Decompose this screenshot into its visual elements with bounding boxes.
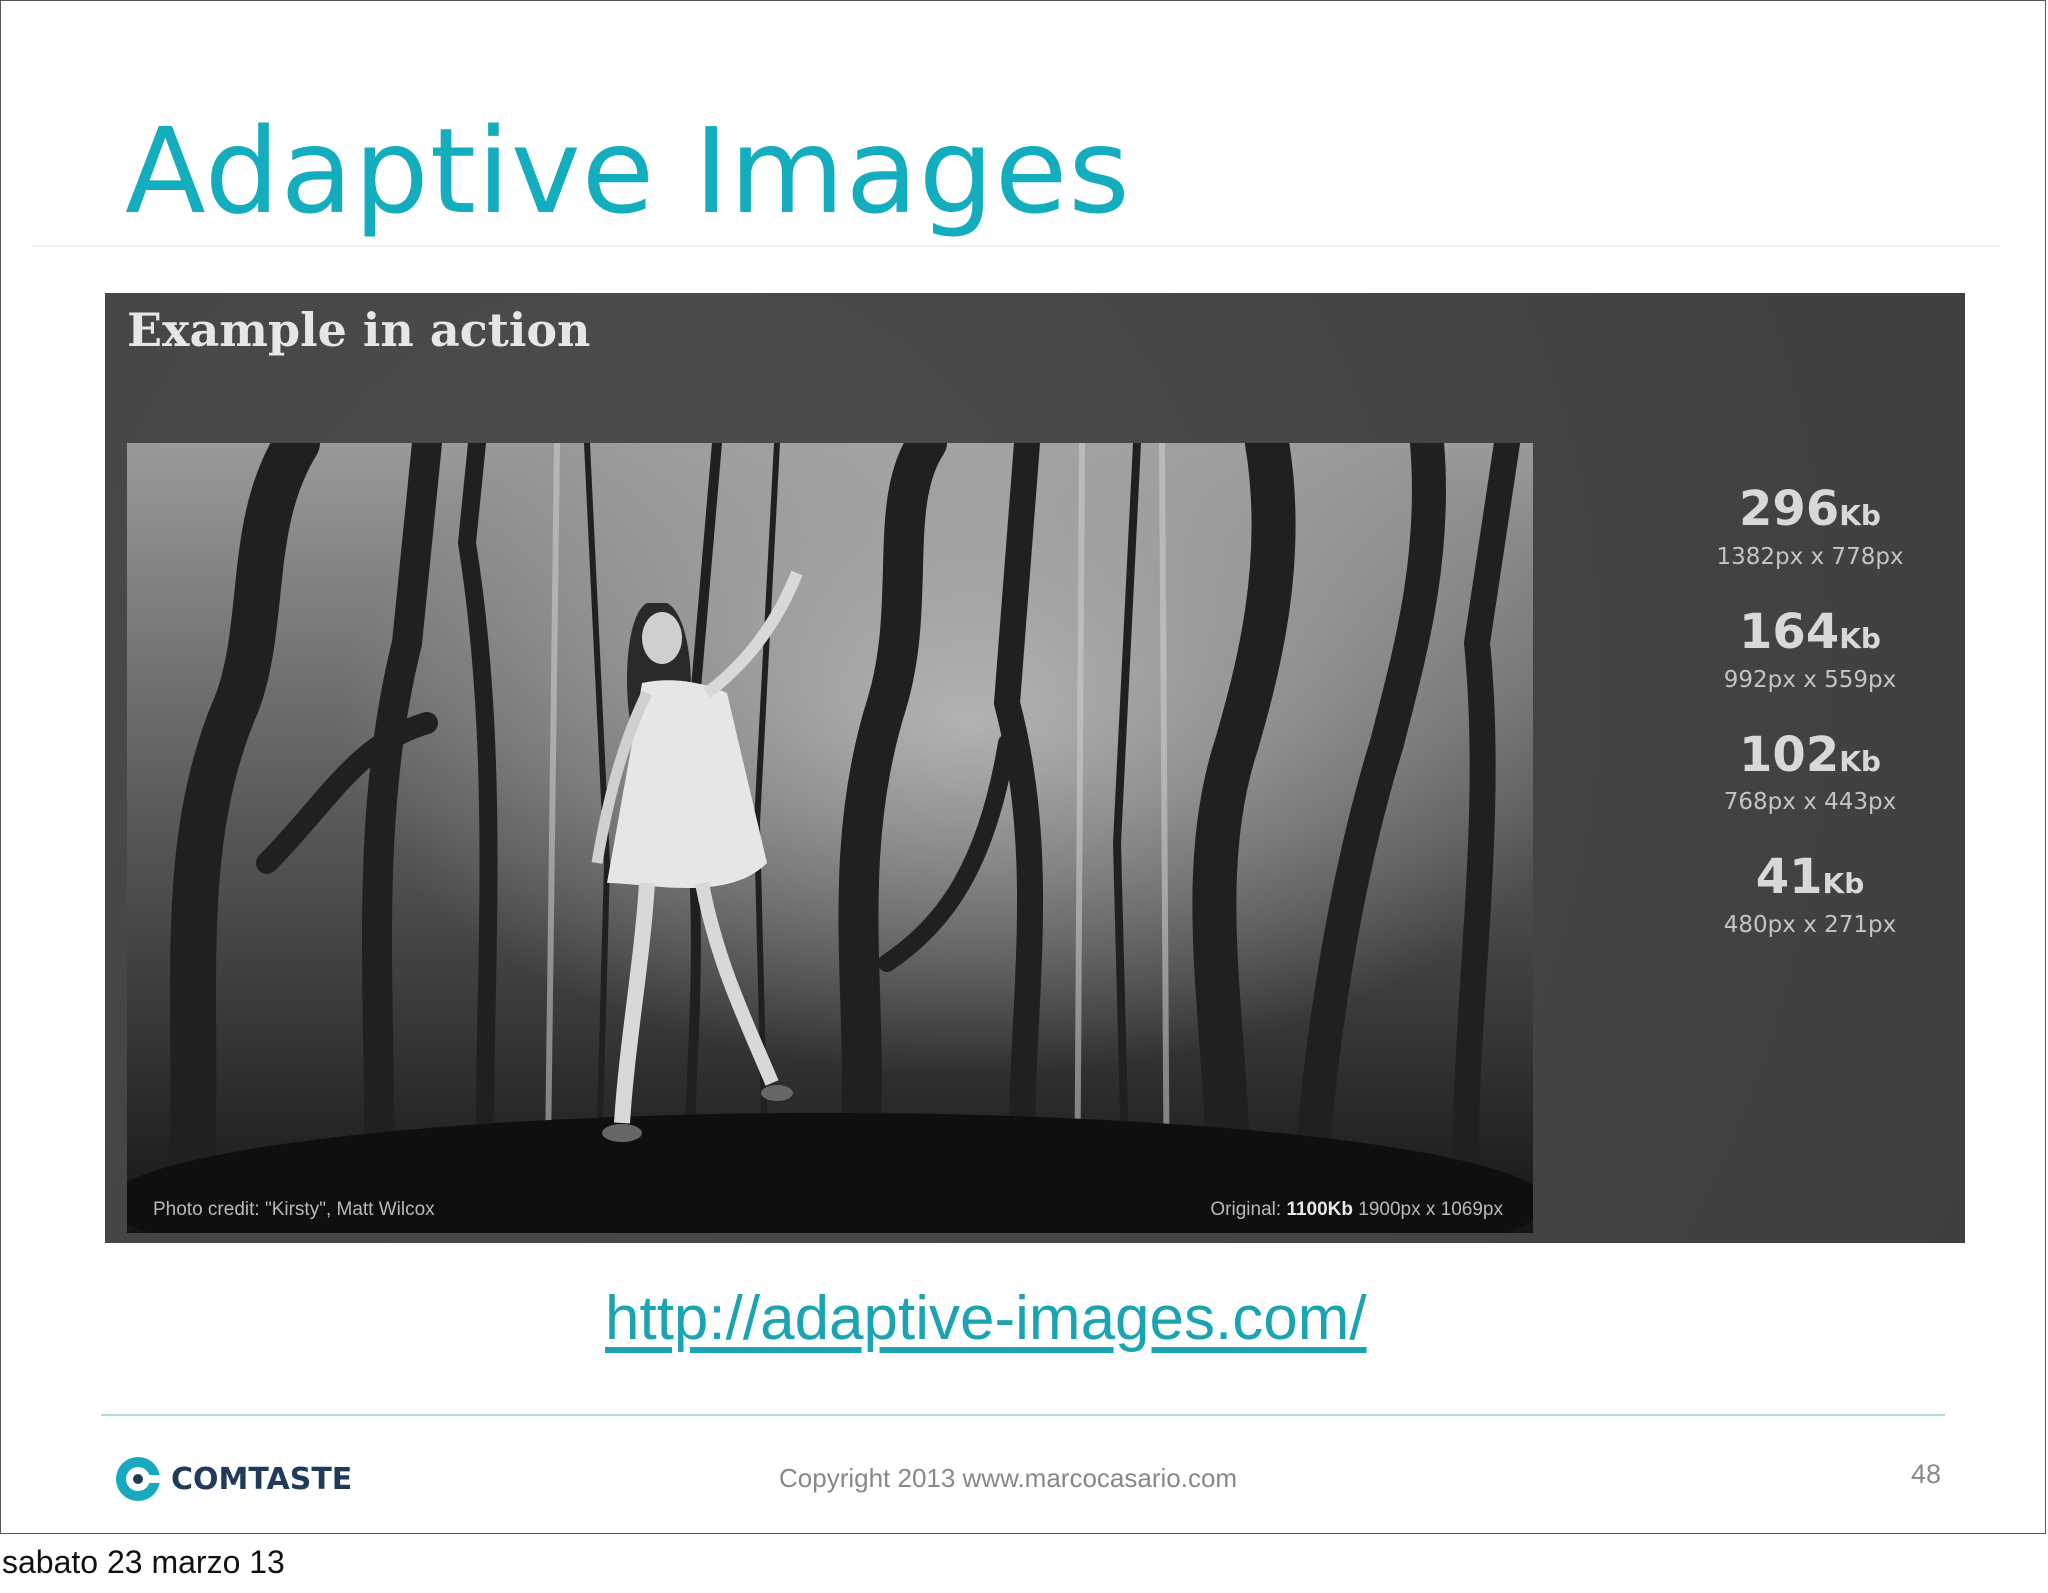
title-divider bbox=[31, 245, 2001, 247]
original-file-size: 1100Kb bbox=[1286, 1199, 1353, 1220]
size-variant-kb: 296Kb bbox=[1739, 481, 1881, 537]
comtaste-logo: COMTASTE bbox=[113, 1449, 352, 1509]
original-dimensions: 1900px x 1069px bbox=[1358, 1199, 1503, 1220]
size-variants-list: 296Kb 1382px x 778px 164Kb 992px x 559px… bbox=[1665, 483, 1955, 974]
original-size-info: Original: 1100Kb 1900px x 1069px bbox=[1210, 1199, 1503, 1221]
copyright-text: Copyright 2013 www.marcocasario.com bbox=[779, 1463, 1238, 1493]
size-variant-kb: 164Kb bbox=[1739, 603, 1881, 660]
original-prefix: Original: bbox=[1210, 1199, 1282, 1220]
adaptive-images-link[interactable]: http://adaptive-images.com/ bbox=[605, 1283, 1367, 1354]
forest-photo: Photo credit: "Kirsty", Matt Wilcox Orig… bbox=[127, 443, 1533, 1233]
slide-title: Adaptive Images bbox=[125, 102, 1131, 240]
size-variant-kb: 102Kb bbox=[1739, 726, 1881, 783]
size-variant-dimensions: 768px x 443px bbox=[1723, 789, 1897, 816]
photo-credit: Photo credit: "Kirsty", Matt Wilcox bbox=[153, 1199, 435, 1220]
screenshot-heading: Example in action bbox=[127, 303, 591, 357]
embedded-screenshot: Example in action Photo credit: "Kirsty"… bbox=[105, 293, 1965, 1243]
forest-photo-illustration bbox=[127, 443, 1533, 1233]
date-caption: sabato 23 marzo 13 bbox=[2, 1544, 285, 1580]
size-variant-dimensions: 992px x 559px bbox=[1723, 666, 1897, 693]
logo-text: COMTASTE bbox=[171, 1461, 353, 1497]
size-variant-dimensions: 480px x 271px bbox=[1723, 912, 1897, 939]
size-variant-kb: 41Kb bbox=[1755, 849, 1865, 906]
size-variant: 102Kb 768px x 443px bbox=[1665, 726, 1955, 816]
size-variant-dimensions: 1382px x 778px bbox=[1716, 543, 1904, 570]
size-variant: 41Kb 480px x 271px bbox=[1665, 851, 1955, 938]
comtaste-logo-icon bbox=[116, 1457, 162, 1501]
page-number: 48 bbox=[1911, 1459, 1942, 1489]
size-variant: 296Kb 1382px x 778px bbox=[1665, 483, 1955, 570]
size-variant: 164Kb 992px x 559px bbox=[1665, 603, 1955, 693]
footer-divider bbox=[101, 1414, 1945, 1416]
slide: Adaptive Images Example in action Photo … bbox=[0, 0, 2046, 1534]
